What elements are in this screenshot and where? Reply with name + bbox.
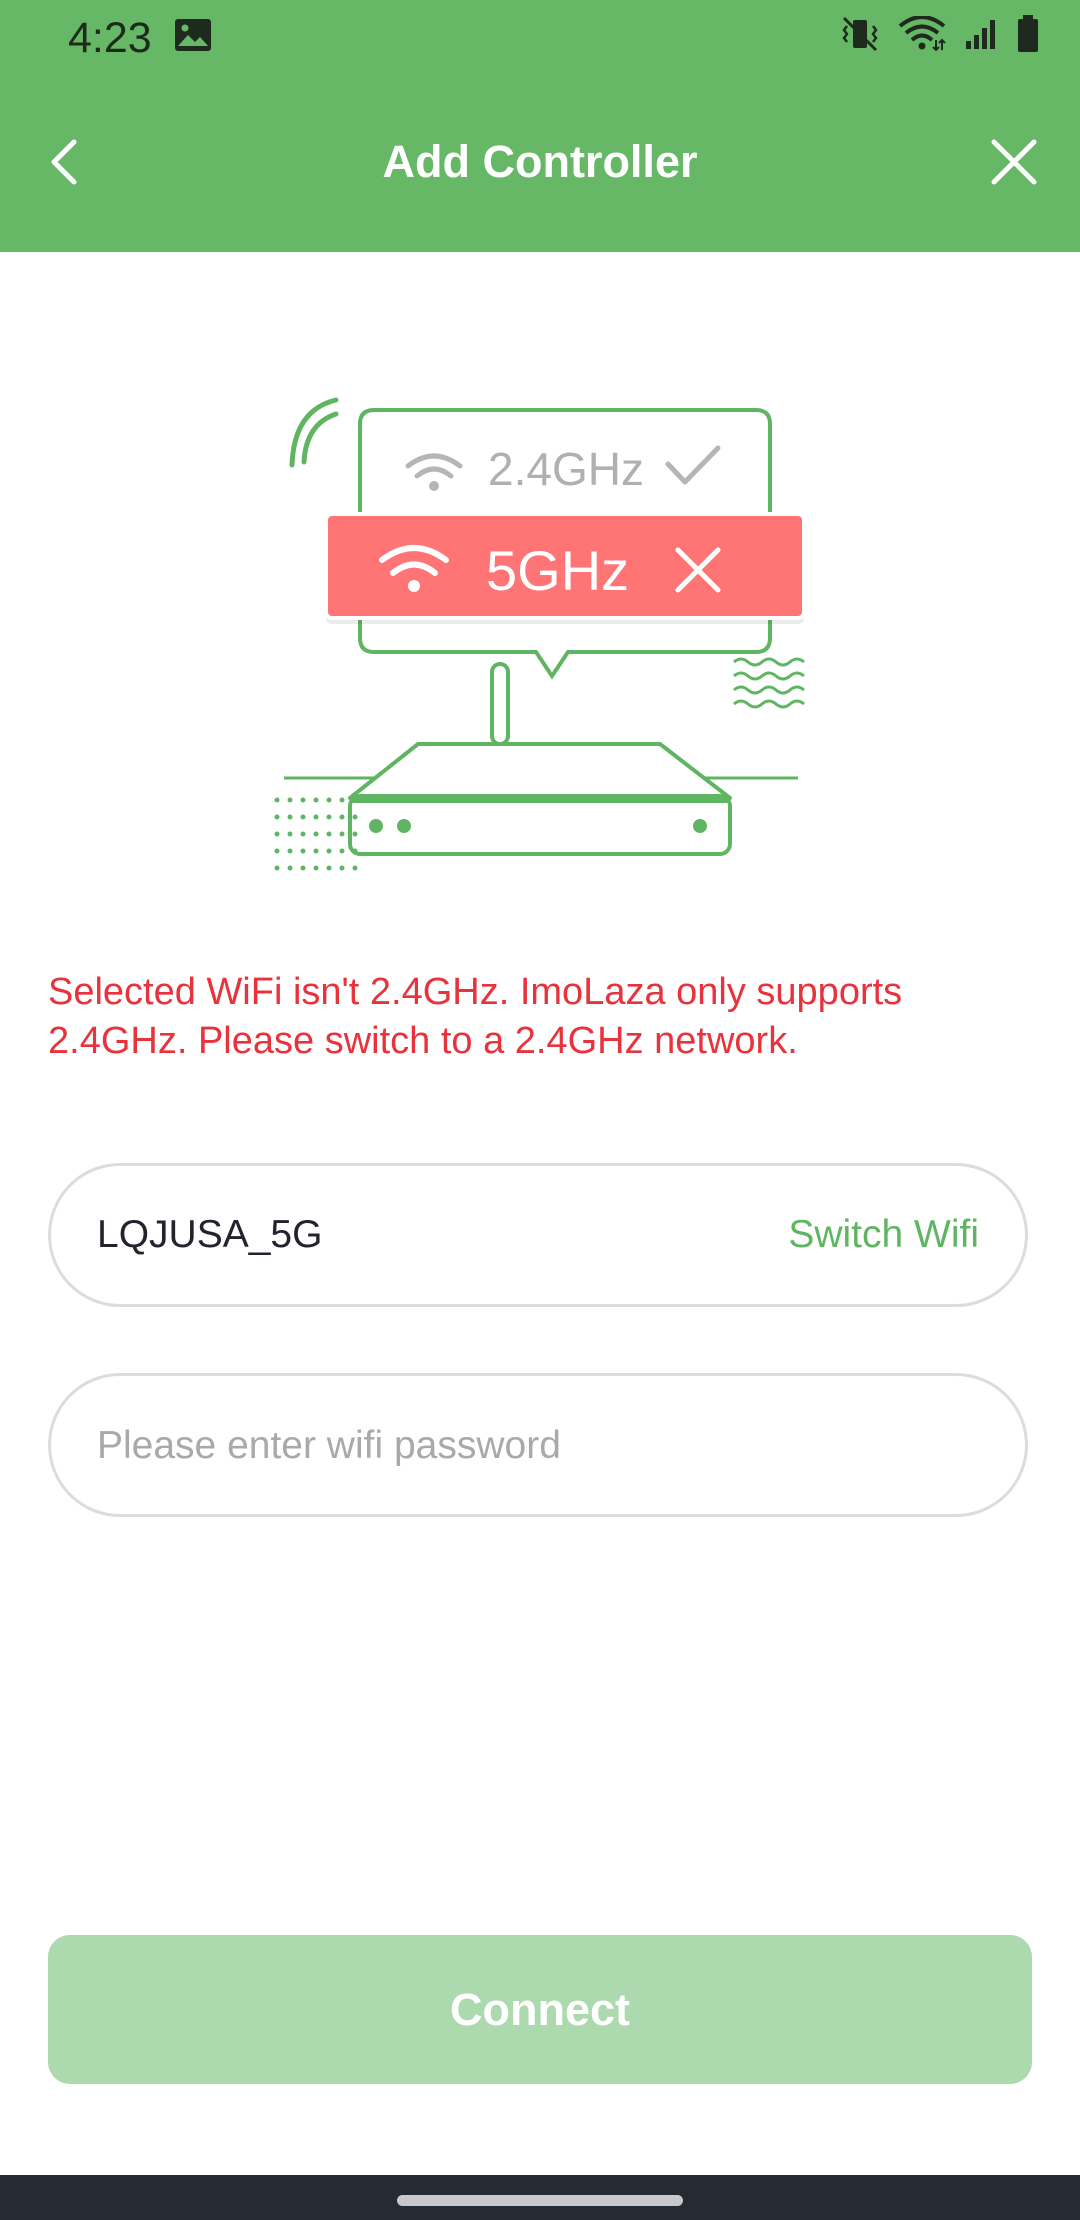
page-title: Add Controller [382, 136, 698, 187]
ssid-value: LQJUSA_5G [97, 1213, 323, 1256]
dot-grid-decoration [274, 797, 358, 871]
error-message: Selected WiFi isn't 2.4GHz. ImoLaza only… [48, 971, 903, 1062]
password-input[interactable] [95, 1406, 979, 1486]
password-field[interactable] [48, 1373, 1028, 1517]
battery-icon [1016, 14, 1040, 59]
close-icon [991, 139, 1037, 185]
band-5-label: 5GHz [486, 539, 629, 602]
vibrate-mute-icon [840, 16, 880, 57]
status-time: 4:23 [68, 14, 152, 62]
band-24-label: 2.4GHz [488, 443, 644, 495]
waves-decoration [733, 657, 805, 709]
wifi-icon [898, 15, 946, 57]
system-nav-bar [0, 2175, 1080, 2220]
signal-arcs-icon [289, 397, 339, 468]
image-icon [174, 18, 212, 57]
signal-icon [964, 17, 998, 56]
app-header: 4:23 Add Controller [0, 0, 1080, 252]
router-illustration: 2.4GHz 5GHz [274, 397, 806, 871]
router-icon [348, 742, 732, 856]
home-gesture-handle[interactable] [397, 2195, 683, 2206]
status-icons [840, 14, 1040, 59]
connect-button[interactable]: Connect [48, 1935, 1032, 2084]
router-antenna [490, 662, 510, 746]
switch-wifi-link[interactable]: Switch Wifi [788, 1208, 979, 1262]
close-button[interactable] [984, 132, 1044, 192]
ssid-field: LQJUSA_5G Switch Wifi [48, 1163, 1028, 1307]
